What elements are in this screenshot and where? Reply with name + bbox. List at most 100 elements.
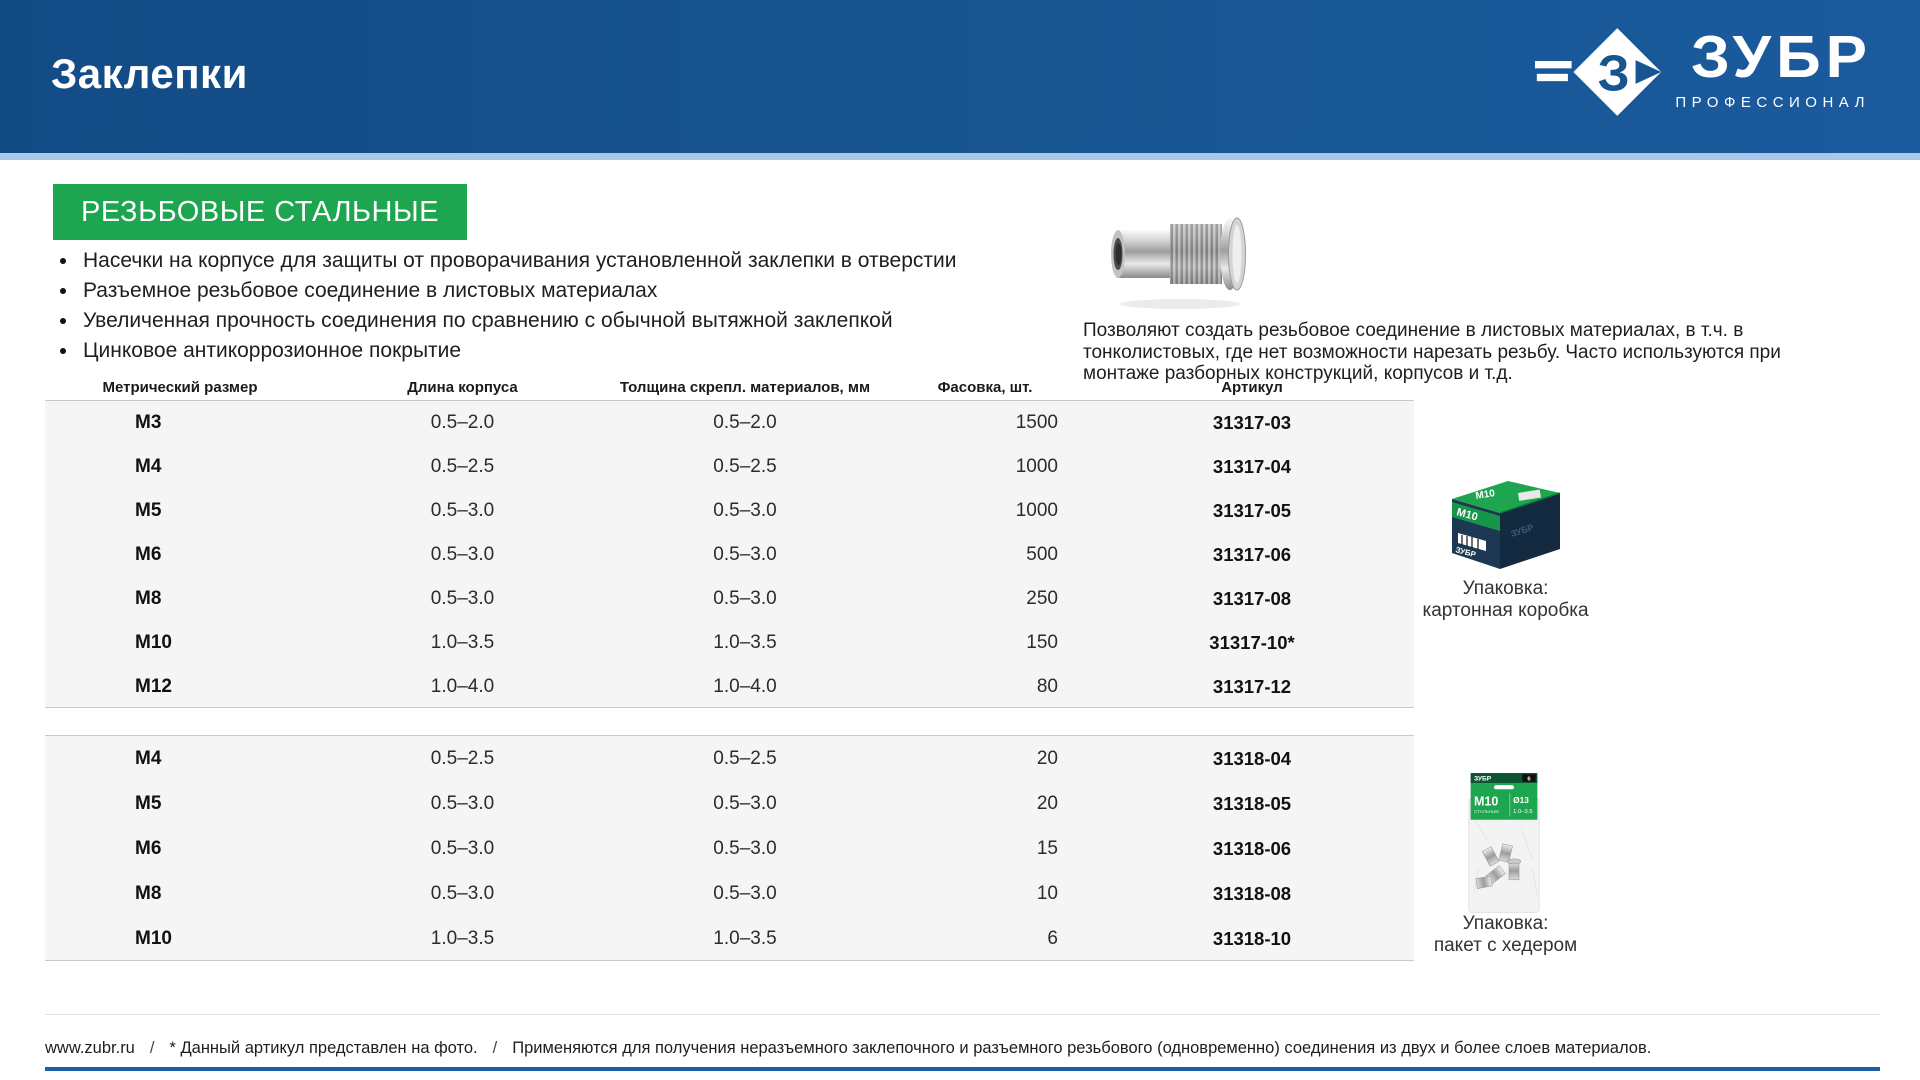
column-header-body-length: Длина корпуса xyxy=(315,379,610,396)
cell-pack-qty: 20 xyxy=(880,793,1090,815)
cell-metric-size: М6 xyxy=(45,838,315,860)
cell-pack-qty: 10 xyxy=(880,883,1090,905)
rivet-nut-photo xyxy=(1108,198,1260,317)
feature-list: Насечки на корпусе для защиты от провора… xyxy=(53,246,1053,366)
cell-pack-qty: 1000 xyxy=(880,456,1090,478)
package-bag-image: ЗУБР 6 М10 СТАЛЬНЫЕ Ø13 1.0–3.5 xyxy=(1462,768,1546,919)
table-header-row: Метрический размер Длина корпуса Толщина… xyxy=(45,376,1414,398)
header-bar: Заклепки З ЗУБР ПРОФЕССИОНАЛ xyxy=(0,0,1920,153)
table-row: М10 1.0–3.5 1.0–3.5 150 31317-10* xyxy=(45,621,1414,665)
page-title: Заклепки xyxy=(51,50,248,98)
table-row: М5 0.5–3.0 0.5–3.0 20 31318-05 xyxy=(45,781,1414,826)
footer-note-photo: * Данный артикул представлен на фото. xyxy=(169,1039,477,1058)
cell-article: 31317-03 xyxy=(1090,412,1414,434)
category-badge: РЕЗЬБОВЫЕ СТАЛЬНЫЕ xyxy=(53,184,467,240)
logo-letter: З xyxy=(1598,44,1630,101)
column-header-article: Артикул xyxy=(1090,379,1414,396)
cell-body-length: 0.5–2.5 xyxy=(315,456,610,478)
cell-thickness: 0.5–2.5 xyxy=(610,748,880,770)
table-row: М6 0.5–3.0 0.5–3.0 15 31318-06 xyxy=(45,826,1414,871)
cell-metric-size: М8 xyxy=(45,883,315,905)
header-accent-strip xyxy=(0,153,1920,160)
cell-article: 31317-06 xyxy=(1090,544,1414,566)
cell-body-length: 0.5–3.0 xyxy=(315,500,610,522)
cell-article: 31318-05 xyxy=(1090,793,1414,815)
cell-article: 31318-08 xyxy=(1090,883,1414,905)
cell-thickness: 0.5–2.0 xyxy=(610,412,880,434)
caption-line: Упаковка: xyxy=(1398,913,1613,935)
cell-pack-qty: 150 xyxy=(880,632,1090,654)
cell-metric-size: М5 xyxy=(45,793,315,815)
cell-pack-qty: 20 xyxy=(880,748,1090,770)
cell-body-length: 0.5–2.5 xyxy=(315,748,610,770)
table-section-1: М3 0.5–2.0 0.5–2.0 1500 31317-03 М4 0.5–… xyxy=(45,400,1414,708)
cell-body-length: 0.5–3.0 xyxy=(315,838,610,860)
feature-item: Разъемное резьбовое соединение в листовы… xyxy=(53,276,1053,306)
brand-subtitle: ПРОФЕССИОНАЛ xyxy=(1675,94,1870,111)
cell-pack-qty: 1000 xyxy=(880,500,1090,522)
bullet-dot xyxy=(60,318,66,324)
bag-size-label: М10 xyxy=(1474,795,1498,809)
cell-article: 31318-06 xyxy=(1090,838,1414,860)
cell-metric-size: М4 xyxy=(45,456,315,478)
package-bag-caption: Упаковка: пакет с хедером xyxy=(1398,913,1613,957)
table-row: М8 0.5–3.0 0.5–3.0 10 31318-08 xyxy=(45,872,1414,917)
table-row: М5 0.5–3.0 0.5–3.0 1000 31317-05 xyxy=(45,489,1414,533)
cell-thickness: 0.5–3.0 xyxy=(610,838,880,860)
table-row: М10 1.0–3.5 1.0–3.5 6 31318-10 xyxy=(45,917,1414,962)
column-header-pack-qty: Фасовка, шт. xyxy=(880,379,1090,396)
footer-separator: / xyxy=(493,1039,498,1058)
bullet-dot xyxy=(60,258,66,264)
cell-metric-size: М5 xyxy=(45,500,315,522)
feature-item: Насечки на корпусе для защиты от провора… xyxy=(53,246,1053,276)
cell-thickness: 0.5–3.0 xyxy=(610,588,880,610)
table-row: М8 0.5–3.0 0.5–3.0 250 31317-08 xyxy=(45,577,1414,621)
cell-article: 31317-12 xyxy=(1090,676,1414,698)
footer-separator: / xyxy=(150,1039,155,1058)
cell-article: 31317-08 xyxy=(1090,588,1414,610)
cell-thickness: 1.0–3.5 xyxy=(610,632,880,654)
column-header-thickness: Толщина скрепл. материалов, мм xyxy=(610,379,880,396)
brand-text: ЗУБР ПРОФЕССИОНАЛ xyxy=(1675,26,1872,111)
cell-pack-qty: 1500 xyxy=(880,412,1090,434)
footer-top-divider xyxy=(45,1014,1880,1015)
cell-metric-size: М8 xyxy=(45,588,315,610)
feature-text: Насечки на корпусе для защиты от провора… xyxy=(83,249,956,273)
cell-metric-size: М10 xyxy=(45,632,315,654)
bullet-dot xyxy=(60,288,66,294)
package-box-image: М10 М10 ЗУБР ЗУБР xyxy=(1438,470,1568,577)
cell-thickness: 0.5–3.0 xyxy=(610,883,880,905)
cell-body-length: 0.5–3.0 xyxy=(315,793,610,815)
cell-pack-qty: 6 xyxy=(880,928,1090,950)
product-description: Позволяют создать резьбовое соединение в… xyxy=(1083,320,1861,385)
cell-pack-qty: 500 xyxy=(880,544,1090,566)
cell-body-length: 0.5–3.0 xyxy=(315,883,610,905)
bullet-dot xyxy=(60,348,66,354)
cell-thickness: 1.0–4.0 xyxy=(610,676,880,698)
table-row: М3 0.5–2.0 0.5–2.0 1500 31317-03 xyxy=(45,401,1414,445)
brand-name: ЗУБР xyxy=(1691,28,1872,89)
feature-item: Увеличенная прочность соединения по срав… xyxy=(53,306,1053,336)
cell-metric-size: М6 xyxy=(45,544,315,566)
cell-body-length: 1.0–3.5 xyxy=(315,928,610,950)
bag-type-label: СТАЛЬНЫЕ xyxy=(1474,809,1499,814)
table-row: М12 1.0–4.0 1.0–4.0 80 31317-12 xyxy=(45,665,1414,709)
table-row: М4 0.5–2.5 0.5–2.5 20 31318-04 xyxy=(45,736,1414,781)
table-section-2: М4 0.5–2.5 0.5–2.5 20 31318-04 М5 0.5–3.… xyxy=(45,735,1414,961)
cell-metric-size: М10 xyxy=(45,928,315,950)
feature-text: Увеличенная прочность соединения по срав… xyxy=(83,309,893,333)
footer-site-link[interactable]: www.zubr.ru xyxy=(45,1039,135,1058)
cell-pack-qty: 80 xyxy=(880,676,1090,698)
cell-article: 31317-10* xyxy=(1090,632,1414,654)
feature-item: Цинковое антикоррозионное покрытие xyxy=(53,336,1053,366)
cell-thickness: 0.5–3.0 xyxy=(610,500,880,522)
column-header-metric-size: Метрический размер xyxy=(45,379,315,396)
cell-body-length: 0.5–3.0 xyxy=(315,588,610,610)
caption-line: пакет с хедером xyxy=(1398,935,1613,957)
cell-thickness: 0.5–3.0 xyxy=(610,793,880,815)
cell-article: 31317-05 xyxy=(1090,500,1414,522)
cell-body-length: 1.0–3.5 xyxy=(315,632,610,654)
cell-body-length: 0.5–3.0 xyxy=(315,544,610,566)
brand-logo: З ЗУБР ПРОФЕССИОНАЛ xyxy=(1535,26,1872,118)
caption-line: картонная коробка xyxy=(1408,600,1603,622)
